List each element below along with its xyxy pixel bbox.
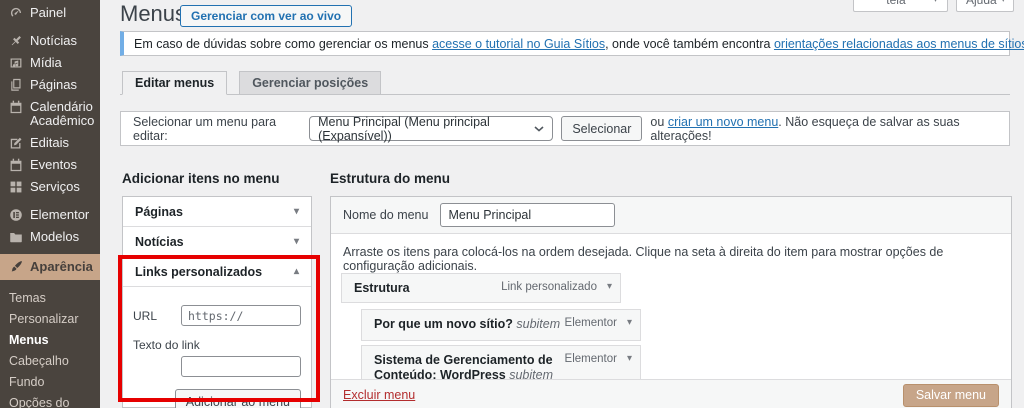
- elementor-icon: [9, 208, 23, 222]
- screen-options-button[interactable]: Opções de tela▾: [853, 0, 948, 12]
- chevron-down-icon[interactable]: ▾: [627, 317, 632, 328]
- chevron-down-icon: ▾: [933, 0, 938, 11]
- submenu-item-menus[interactable]: Menus: [0, 330, 100, 351]
- drag-instructions: Arraste os itens para colocá-los na orde…: [331, 234, 1011, 273]
- add-items-heading: Adicionar itens no menu: [122, 171, 280, 186]
- url-label: URL: [133, 309, 181, 323]
- submenu-item-opcoes-do-tema[interactable]: Opções do Tema: [0, 393, 100, 408]
- manage-live-preview-button[interactable]: Gerenciar com ver ao vivo: [180, 5, 352, 27]
- wordpress-admin-menus-page: Painel Notícias Mídia Páginas Calendário…: [0, 0, 1024, 408]
- menu-select[interactable]: Menu Principal (Menu principal (Expansív…: [309, 116, 553, 141]
- chevron-down-icon: ▾: [294, 236, 299, 247]
- pushpin-icon: [9, 34, 23, 48]
- add-to-menu-button[interactable]: Adicionar ao menu: [175, 389, 301, 408]
- submenu-item-cabecalho[interactable]: Cabeçalho: [0, 351, 100, 372]
- folder-icon: [9, 230, 23, 244]
- panel-links-personalizados[interactable]: Links personalizados▴: [123, 257, 311, 287]
- menu-structure-heading: Estrutura do menu: [330, 171, 450, 186]
- help-button[interactable]: Ajuda▾: [956, 0, 1014, 12]
- sidebar-item-noticias[interactable]: Notícias: [0, 30, 100, 52]
- sidebar-item-aparencia[interactable]: Aparência: [0, 254, 100, 280]
- media-icon: [9, 56, 23, 70]
- chevron-down-icon[interactable]: ▾: [607, 281, 612, 292]
- sidebar-item-midia[interactable]: Mídia: [0, 52, 100, 74]
- delete-menu-link[interactable]: Excluir menu: [343, 388, 415, 402]
- menu-item-por-que-um-novo-sitio[interactable]: Por que um novo sítio? subitem Elementor…: [361, 309, 641, 341]
- nav-tabs: Editar menus Gerenciar posições: [120, 71, 1010, 95]
- guidelines-link[interactable]: orientações relacionadas aos menus de sí…: [774, 37, 1024, 51]
- menu-item-type: Elementor: [565, 353, 617, 365]
- menu-footer-bar: Excluir menu Salvar menu: [331, 379, 1011, 408]
- calendar-icon: [9, 100, 23, 114]
- chevron-up-icon: ▴: [294, 266, 299, 277]
- submenu-item-fundo[interactable]: Fundo: [0, 372, 100, 393]
- sidebar-item-calendario-academico[interactable]: Calendário Acadêmico: [0, 96, 100, 132]
- info-notice: Em caso de dúvidas sobre como gerenciar …: [120, 31, 1010, 56]
- menu-item-type: Link personalizado: [501, 281, 597, 293]
- tutorial-link[interactable]: acesse o tutorial no Guia Sítios: [432, 37, 605, 51]
- select-menu-button[interactable]: Selecionar: [561, 116, 642, 141]
- sidebar-item-servicos[interactable]: Serviços: [0, 176, 100, 198]
- save-menu-button[interactable]: Salvar menu: [903, 384, 999, 407]
- menu-structure-box: Nome do menu Arraste os itens para coloc…: [330, 196, 1012, 408]
- submenu-item-temas[interactable]: Temas: [0, 288, 100, 309]
- admin-sidebar: Painel Notícias Mídia Páginas Calendário…: [0, 0, 100, 408]
- sidebar-item-eventos[interactable]: Eventos: [0, 154, 100, 176]
- sidebar-item-modelos[interactable]: Modelos: [0, 226, 100, 248]
- link-text-label: Texto do link: [133, 338, 301, 352]
- chevron-down-icon: [534, 126, 544, 132]
- chevron-down-icon[interactable]: ▾: [627, 353, 632, 364]
- grid-icon: [9, 180, 23, 194]
- tab-gerenciar-posicoes[interactable]: Gerenciar posições: [239, 71, 381, 95]
- sidebar-item-elementor[interactable]: Elementor: [0, 204, 100, 226]
- custom-links-panel-body: URL Texto do link Adicionar ao menu: [123, 287, 311, 408]
- menu-name-row: Nome do menu: [331, 197, 1011, 234]
- menu-name-label: Nome do menu: [343, 208, 428, 222]
- url-input[interactable]: [181, 305, 301, 326]
- dashboard-icon: [9, 6, 23, 20]
- appearance-submenu: Temas Personalizar Menus Cabeçalho Fundo…: [0, 280, 100, 408]
- link-text-input[interactable]: [181, 356, 301, 377]
- sidebar-item-paginas[interactable]: Páginas: [0, 74, 100, 96]
- menu-item-estrutura[interactable]: Estrutura Link personalizado▾: [341, 273, 621, 303]
- chevron-down-icon: ▾: [294, 206, 299, 217]
- menu-name-input[interactable]: [440, 203, 615, 227]
- menu-select-label: Selecionar um menu para editar:: [133, 115, 301, 143]
- brush-icon: [9, 260, 23, 274]
- calendar-icon: [9, 158, 23, 172]
- panel-noticias[interactable]: Notícias▾: [123, 227, 311, 257]
- submenu-item-personalizar[interactable]: Personalizar: [0, 309, 100, 330]
- menu-select-row: Selecionar um menu para editar: Menu Pri…: [120, 111, 1010, 146]
- panel-paginas[interactable]: Páginas▾: [123, 197, 311, 227]
- add-items-accordion: Páginas▾ Notícias▾ Links personalizados▴…: [122, 196, 312, 408]
- sidebar-item-editais[interactable]: Editais: [0, 132, 100, 154]
- edit-icon: [9, 136, 23, 150]
- pages-icon: [9, 78, 23, 92]
- tab-editar-menus[interactable]: Editar menus: [122, 71, 227, 95]
- sidebar-item-painel[interactable]: Painel: [0, 2, 100, 24]
- page-title: Menus: [120, 1, 186, 27]
- chevron-down-icon: ▾: [1001, 0, 1006, 11]
- create-new-menu-link[interactable]: criar um novo menu: [668, 115, 778, 129]
- menu-item-type: Elementor: [565, 317, 617, 329]
